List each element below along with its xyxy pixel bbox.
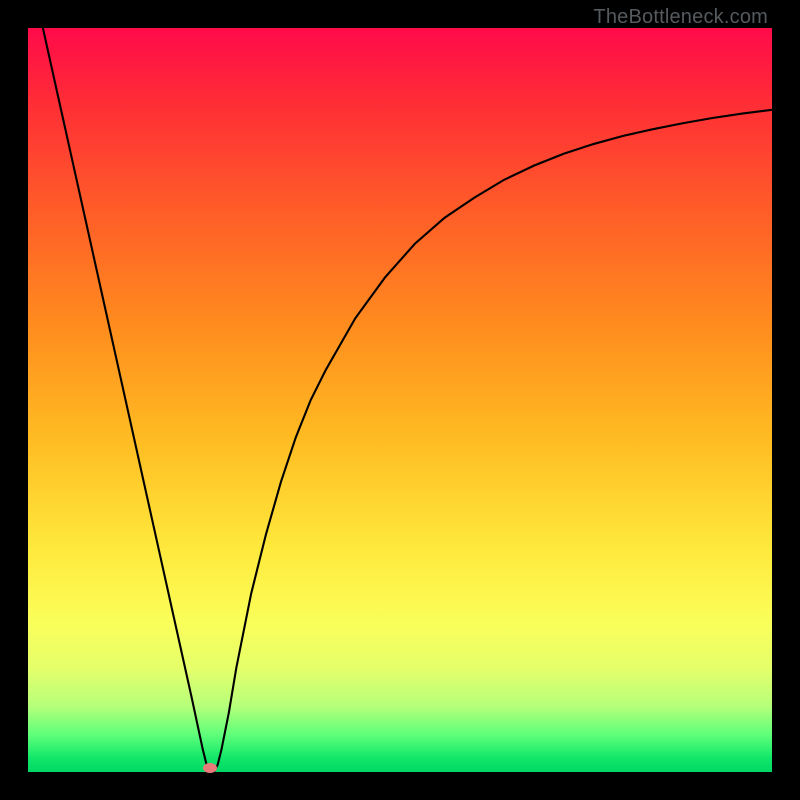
minimum-marker [203, 763, 217, 773]
curve-line [43, 28, 772, 772]
plot-area [28, 28, 772, 772]
curve-svg [28, 28, 772, 772]
chart-container: TheBottleneck.com [0, 0, 800, 800]
watermark: TheBottleneck.com [593, 6, 768, 29]
